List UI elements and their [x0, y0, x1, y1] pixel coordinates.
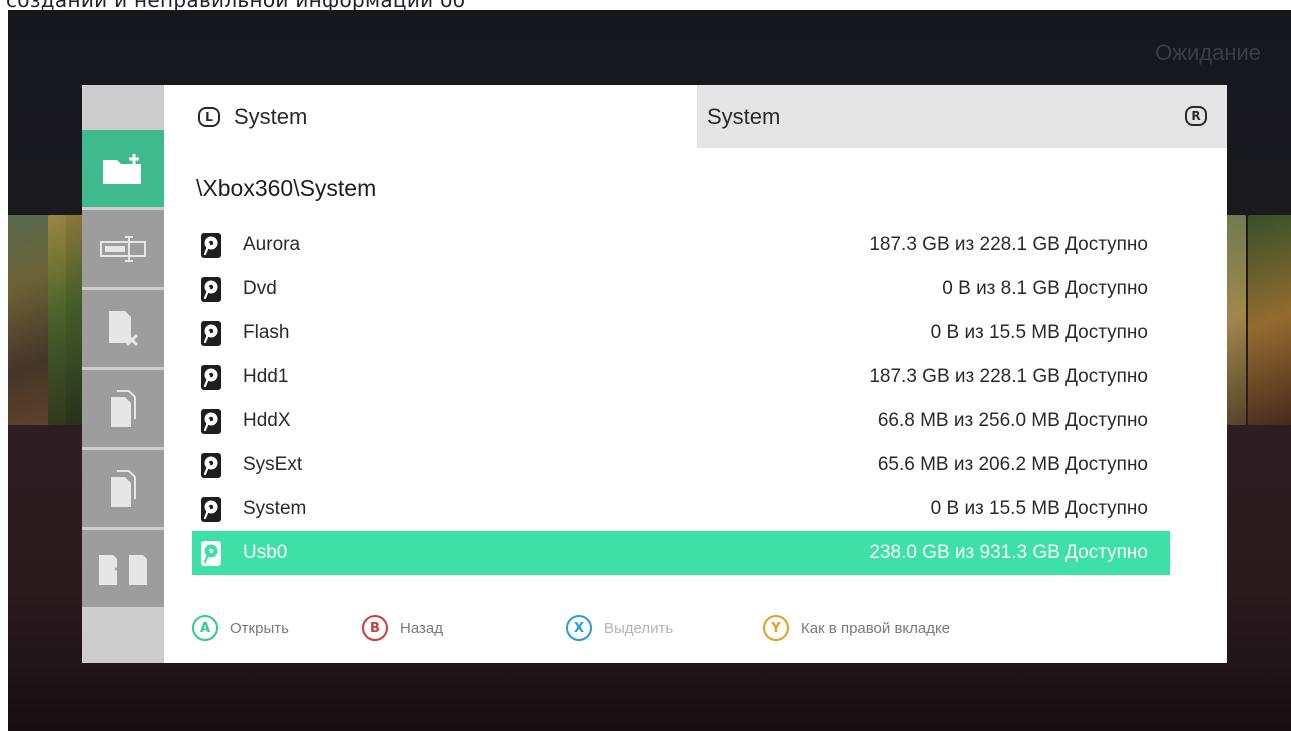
copy-button[interactable]: [82, 370, 164, 450]
delete-file-icon: [103, 309, 143, 349]
tab-right-label: System: [707, 103, 781, 129]
drive-row[interactable]: Aurora 187.3 GB из 228.1 GB Доступно: [192, 223, 1170, 267]
hard-drive-icon: [200, 320, 222, 347]
hint-x[interactable]: X Выделить: [566, 615, 673, 641]
new-folder-button[interactable]: [82, 130, 164, 210]
move-button[interactable]: [82, 530, 164, 610]
copy-icon: [107, 389, 139, 429]
hard-drive-icon: [200, 452, 222, 479]
drive-name: Aurora: [243, 234, 301, 255]
rename-button[interactable]: [82, 210, 164, 290]
button-b-icon: B: [362, 615, 388, 641]
hint-b[interactable]: B Назад: [362, 615, 443, 641]
hint-label: Открыть: [230, 619, 289, 637]
drive-list: Aurora 187.3 GB из 228.1 GB Доступно Dvd 0 …: [192, 223, 1170, 575]
paste-icon: [107, 469, 139, 509]
top-caption-fragment: создании и неправильной информации об: [0, 0, 1291, 10]
dashboard-background: Ожидание L System System R \Xbox360\Syst…: [8, 10, 1291, 731]
hint-label: Как в правой вкладке: [801, 619, 951, 637]
drive-row[interactable]: Dvd 0 B из 8.1 GB Доступно: [192, 267, 1170, 311]
delete-button[interactable]: [82, 290, 164, 370]
drive-free-space: 0 B из 15.5 MB Доступно: [930, 322, 1148, 343]
hint-label: Выделить: [604, 619, 674, 637]
paste-button[interactable]: [82, 450, 164, 530]
controller-hints: A Открыть B Назад X Выделить Y Как в правой вкл…: [192, 615, 1192, 645]
action-sidebar: [82, 85, 164, 663]
tab-left-pane[interactable]: L System: [164, 85, 697, 148]
drive-name: Dvd: [243, 278, 277, 299]
drive-free-space: 187.3 GB из 228.1 GB Доступно: [869, 366, 1148, 387]
pane-tabs: L System System R: [164, 85, 1227, 148]
right-bumper-icon: R: [1185, 106, 1207, 126]
button-x-icon: X: [566, 615, 592, 641]
hard-drive-icon: [200, 232, 222, 259]
drive-name: Usb0: [243, 542, 288, 563]
hint-a[interactable]: A Открыть: [192, 615, 289, 641]
top-caption-text: создании и неправильной информации об: [6, 0, 465, 10]
drive-row[interactable]: HddX 66.8 MB из 256.0 MB Доступно: [192, 399, 1170, 443]
drive-row[interactable]: System 0 B из 15.5 MB Доступно: [192, 487, 1170, 531]
drive-free-space: 0 B из 8.1 GB Доступно: [942, 278, 1148, 299]
hard-drive-icon: [200, 496, 222, 523]
hint-label: Назад: [400, 619, 443, 637]
hard-drive-icon: [200, 408, 222, 435]
drive-name: SysExt: [243, 454, 303, 475]
hard-drive-icon: [200, 276, 222, 303]
file-browser-panel: L System System R \Xbox360\System Aurora…: [164, 85, 1227, 663]
left-bumper-icon: L: [198, 106, 220, 127]
status-text: Ожидание: [1155, 40, 1261, 65]
drive-name: Flash: [243, 322, 290, 343]
drive-row[interactable]: Usb0 238.0 GB из 931.3 GB Доступно: [192, 531, 1170, 575]
tab-left-label: System: [234, 103, 308, 129]
drive-free-space: 66.8 MB из 256.0 MB Доступно: [877, 410, 1148, 431]
button-y-icon: Y: [763, 615, 789, 641]
new-folder-icon: [101, 152, 145, 186]
tab-right-pane[interactable]: System R: [697, 85, 1227, 148]
drive-name: System: [243, 498, 307, 519]
screen: создании и неправильной информации об Ож…: [0, 0, 1291, 731]
move-icon: [97, 551, 149, 587]
hint-y[interactable]: Y Как в правой вкладке: [763, 615, 950, 641]
drive-row[interactable]: SysExt 65.6 MB из 206.2 MB Доступно: [192, 443, 1170, 487]
drive-free-space: 187.3 GB из 228.1 GB Доступно: [869, 234, 1148, 255]
drive-name: Hdd1: [243, 366, 289, 387]
drive-row[interactable]: Hdd1 187.3 GB из 228.1 GB Доступно: [192, 355, 1170, 399]
game-cover-tile[interactable]: [1248, 215, 1291, 425]
button-a-icon: A: [192, 615, 218, 641]
drive-free-space: 238.0 GB из 931.3 GB Доступно: [869, 542, 1148, 563]
hard-drive-icon: [200, 364, 222, 391]
file-manager-dialog: L System System R \Xbox360\System Aurora…: [82, 85, 1227, 663]
drive-name: HddX: [243, 410, 291, 431]
drive-free-space: 0 B из 15.5 MB Доступно: [930, 498, 1148, 519]
rename-icon: [99, 235, 147, 263]
drive-row[interactable]: Flash 0 B из 15.5 MB Доступно: [192, 311, 1170, 355]
hard-drive-icon: [200, 540, 222, 567]
current-path: \Xbox360\System: [196, 175, 377, 201]
drive-free-space: 65.6 MB из 206.2 MB Доступно: [877, 454, 1148, 475]
